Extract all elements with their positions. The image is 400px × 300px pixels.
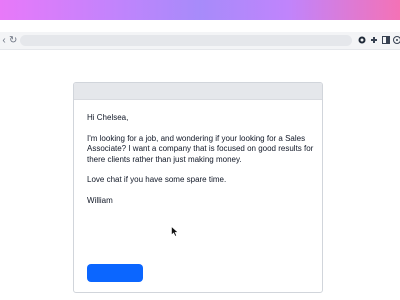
email-card: Hi Chelsea, I'm looking for a job, and w… — [73, 82, 323, 293]
email-signature: William — [87, 195, 113, 205]
sidebar-icon[interactable] — [381, 34, 391, 47]
extensions-icon[interactable] — [369, 34, 379, 47]
refresh-icon[interactable]: ↻ — [9, 34, 17, 47]
browser-tab[interactable] — [0, 20, 74, 32]
profile-icon[interactable] — [357, 34, 367, 47]
email-message: Hi Chelsea, I'm looking for a job, and w… — [87, 113, 317, 216]
email-closing: Love chat if you have some spare time. — [87, 175, 227, 184]
email-body: I'm looking for a job, and wondering if … — [87, 133, 314, 164]
window-gradient-bar — [0, 0, 400, 20]
address-bar[interactable] — [20, 35, 352, 46]
send-button[interactable] — [87, 264, 143, 282]
email-greeting: Hi Chelsea, — [87, 113, 129, 122]
email-card-header — [74, 83, 322, 100]
back-arrow-icon[interactable]: ‹ — [0, 34, 8, 47]
menu-icon[interactable] — [392, 34, 400, 47]
mouse-cursor-icon — [171, 226, 179, 237]
